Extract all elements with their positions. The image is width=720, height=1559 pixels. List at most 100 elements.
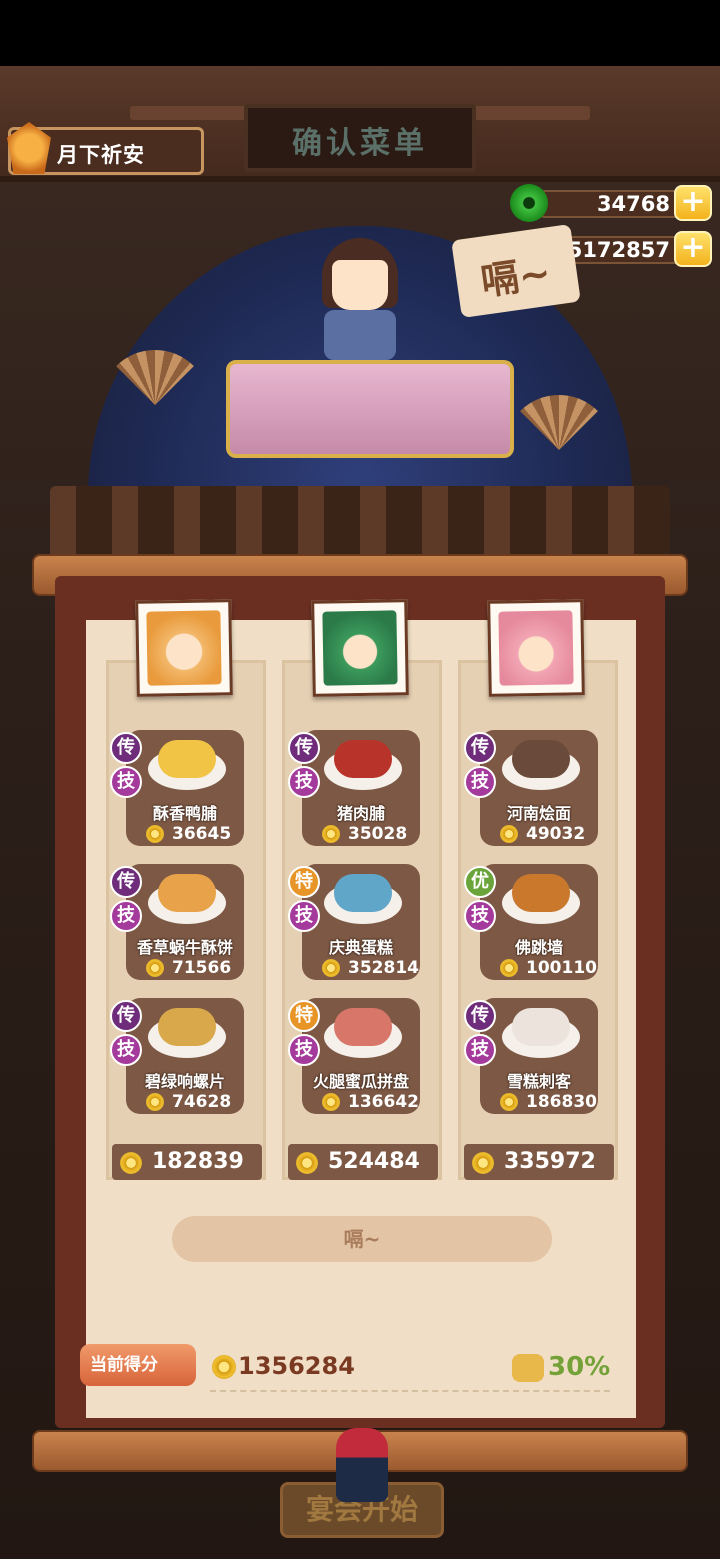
dish-image bbox=[158, 874, 216, 912]
coin-icon bbox=[322, 825, 340, 843]
dish-price-value: 352814 bbox=[348, 958, 419, 978]
rarity-badge: 特 bbox=[288, 866, 320, 898]
dish-image bbox=[334, 874, 392, 912]
dish-price: 136642 bbox=[322, 1092, 419, 1112]
chef-character[interactable] bbox=[310, 238, 410, 360]
confirm-menu-signboard: 确认菜单 bbox=[244, 104, 476, 172]
dish-name: 香草蜗牛酥饼 bbox=[136, 938, 233, 957]
dish-name: 庆典蛋糕 bbox=[328, 938, 393, 957]
skill-badge: 技 bbox=[110, 1034, 142, 1066]
dish-price: 186830 bbox=[500, 1092, 597, 1112]
dish-image bbox=[512, 1008, 570, 1046]
dish-price-value: 136642 bbox=[348, 1092, 419, 1112]
coin-amount: 5172857 bbox=[567, 238, 670, 262]
dish-image bbox=[158, 740, 216, 778]
guest-avatar-3 bbox=[498, 610, 574, 686]
bonus-pot-icon bbox=[512, 1353, 544, 1382]
dish-image bbox=[334, 740, 392, 778]
skill-badge: 技 bbox=[288, 1034, 320, 1066]
guest-portrait-2[interactable] bbox=[311, 599, 409, 697]
status-bar bbox=[0, 0, 720, 66]
dish-name: 火腿蜜瓜拼盘 bbox=[312, 1072, 409, 1091]
rarity-badge: 传 bbox=[288, 732, 320, 764]
dish-price: 35028 bbox=[322, 824, 414, 844]
dish-price-value: 186830 bbox=[526, 1092, 597, 1112]
rarity-badge: 传 bbox=[464, 732, 496, 764]
column-total: 182839 bbox=[112, 1144, 262, 1180]
dish-price-value: 71566 bbox=[172, 958, 232, 978]
dish-card[interactable]: 酥香鸭脯 36645 bbox=[126, 730, 244, 846]
dish-price: 74628 bbox=[146, 1092, 238, 1112]
rarity-badge: 优 bbox=[464, 866, 496, 898]
rarity-badge: 传 bbox=[464, 1000, 496, 1032]
coin-icon bbox=[500, 1093, 518, 1111]
add-coin-button[interactable]: + bbox=[674, 231, 712, 267]
coin-icon bbox=[296, 1152, 318, 1174]
dish-card[interactable]: 香草蜗牛酥饼 71566 bbox=[126, 864, 244, 980]
coin-icon bbox=[120, 1152, 142, 1174]
column-total: 524484 bbox=[288, 1144, 438, 1180]
guest-portrait-1[interactable] bbox=[135, 599, 233, 697]
skill-badge: 技 bbox=[110, 900, 142, 932]
dish-price: 71566 bbox=[146, 958, 238, 978]
signboard-title: 确认菜单 bbox=[292, 126, 428, 161]
dish-name: 河南烩面 bbox=[506, 804, 571, 823]
dish-name: 酥香鸭脯 bbox=[152, 804, 217, 823]
skill-badge: 技 bbox=[110, 766, 142, 798]
skill-badge: 技 bbox=[288, 766, 320, 798]
dish-price-value: 36645 bbox=[172, 824, 232, 844]
skill-badge: 技 bbox=[288, 900, 320, 932]
coin-icon bbox=[500, 825, 518, 843]
dish-card[interactable]: 碧绿响螺片 74628 bbox=[126, 998, 244, 1114]
dish-card[interactable]: 雪糕刺客 186830 bbox=[480, 998, 598, 1114]
rarity-badge: 传 bbox=[110, 1000, 142, 1032]
coin-icon bbox=[146, 1093, 164, 1111]
coin-icon bbox=[322, 959, 340, 977]
player-name: 月下祈安 bbox=[57, 143, 145, 167]
chef-speech-bubble: 嗝~ bbox=[451, 224, 581, 318]
bonus-percentage: 30% bbox=[512, 1352, 610, 1382]
dish-card[interactable]: 河南烩面 49032 bbox=[480, 730, 598, 846]
skill-badge: 技 bbox=[464, 766, 496, 798]
chef-body bbox=[324, 310, 396, 360]
burp-button[interactable]: 嗝~ bbox=[172, 1216, 552, 1262]
guest-avatar-1 bbox=[146, 610, 222, 686]
current-score: 1356284 bbox=[212, 1352, 355, 1380]
bonus-value: 30% bbox=[548, 1352, 611, 1382]
chef-face bbox=[332, 260, 388, 310]
column-total: 335972 bbox=[464, 1144, 614, 1180]
jade-amount: 34768 bbox=[596, 192, 670, 216]
speech-text: 嗝~ bbox=[478, 250, 554, 304]
skill-badge: 技 bbox=[464, 1034, 496, 1066]
dish-price: 36645 bbox=[146, 824, 238, 844]
dish-price: 49032 bbox=[500, 824, 592, 844]
coin-icon bbox=[146, 825, 164, 843]
score-divider bbox=[210, 1390, 610, 1392]
current-score-label: 当前得分 bbox=[80, 1344, 196, 1386]
dish-price-value: 35028 bbox=[348, 824, 408, 844]
guest-portrait-3[interactable] bbox=[487, 599, 585, 697]
dish-name: 雪糕刺客 bbox=[506, 1072, 571, 1091]
skill-badge: 技 bbox=[464, 900, 496, 932]
jade-icon bbox=[510, 184, 548, 222]
dish-name: 猪肉脯 bbox=[336, 804, 385, 823]
column-total-value: 182839 bbox=[152, 1149, 244, 1174]
tassel-knot-decoration bbox=[336, 1428, 388, 1502]
dish-price: 100110 bbox=[500, 958, 597, 978]
add-jade-button[interactable]: + bbox=[674, 185, 712, 221]
player-avatar-icon bbox=[7, 122, 51, 174]
dish-name: 碧绿响螺片 bbox=[144, 1072, 225, 1091]
coin-icon bbox=[322, 1093, 340, 1111]
dish-price: 352814 bbox=[322, 958, 419, 978]
dish-image bbox=[512, 740, 570, 778]
coin-icon bbox=[472, 1152, 494, 1174]
dish-name: 佛跳墙 bbox=[514, 938, 563, 957]
player-name-plate[interactable]: 月下祈安 bbox=[7, 122, 204, 175]
coin-icon bbox=[212, 1355, 236, 1379]
dish-price-value: 74628 bbox=[172, 1092, 232, 1112]
dish-price-value: 49032 bbox=[526, 824, 586, 844]
dish-price-value: 100110 bbox=[526, 958, 597, 978]
coin-icon bbox=[500, 959, 518, 977]
dish-card[interactable]: 佛跳墙 100110 bbox=[480, 864, 598, 980]
column-total-value: 524484 bbox=[328, 1149, 420, 1174]
